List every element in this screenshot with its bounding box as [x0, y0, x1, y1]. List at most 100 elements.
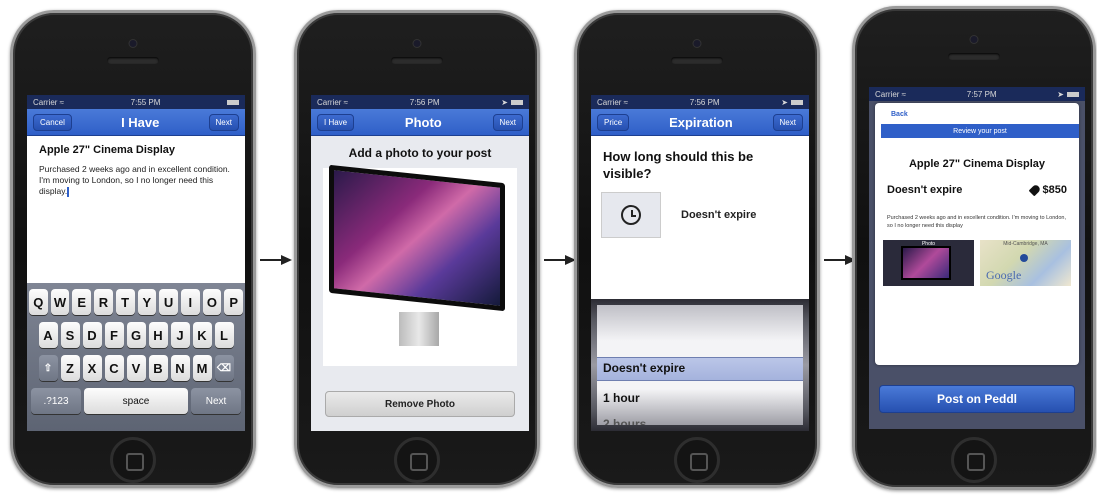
location-icon: ➤ [781, 97, 788, 107]
back-button[interactable]: Back [875, 103, 1079, 124]
cancel-button[interactable]: Cancel [33, 113, 72, 131]
key-b[interactable]: B [148, 355, 168, 381]
monitor-stand [399, 312, 439, 346]
photo-panel: Add a photo to your post Remove Photo [311, 136, 529, 431]
battery-icon [1066, 91, 1079, 97]
key-m[interactable]: M [192, 355, 212, 381]
picker-option[interactable]: 1 hour [603, 391, 640, 405]
monitor-thumbnail [901, 246, 951, 280]
screen-review: Carrier ≈ 7:57 PM ➤ Back Review your pos… [869, 87, 1085, 429]
key-y[interactable]: Y [137, 289, 157, 315]
keyboard: QWERTYUIOP ASDFGHJKL ⇧ ZXCVBNM ⌫ .?123 s… [27, 283, 245, 431]
picker-option[interactable]: Doesn't expire [603, 361, 685, 375]
backspace-icon[interactable]: ⌫ [214, 355, 234, 381]
status-bar: Carrier ≈ 7:56 PM ➤ [591, 95, 809, 109]
post-title-field[interactable]: Apple 27" Cinema Display [27, 136, 245, 160]
nav-bar: Cancel I Have Next [27, 109, 245, 136]
numbers-key[interactable]: .?123 [31, 388, 81, 414]
battery-icon [227, 99, 239, 105]
post-button[interactable]: Post on Peddl [879, 385, 1075, 413]
key-d[interactable]: D [82, 322, 102, 348]
review-banner: Review your post [881, 124, 1079, 138]
key-k[interactable]: K [192, 322, 212, 348]
key-a[interactable]: A [38, 322, 58, 348]
next-button[interactable]: Next [492, 113, 523, 131]
front-camera [969, 35, 979, 44]
expiration-picker[interactable]: Doesn't expire 1 hour 2 hours [591, 299, 809, 431]
screen-photo: Carrier ≈ 7:56 PM ➤ I Have Photo Next Ad… [311, 95, 529, 431]
text-cursor [67, 186, 70, 197]
right-arrow-icon [260, 255, 292, 265]
nav-title: Expiration [669, 114, 733, 130]
monitor-photo [329, 164, 505, 312]
key-z[interactable]: Z [60, 355, 80, 381]
key-j[interactable]: J [170, 322, 190, 348]
picker-option[interactable]: 2 hours [603, 417, 646, 425]
remove-photo-button[interactable]: Remove Photo [325, 391, 515, 417]
key-h[interactable]: H [148, 322, 168, 348]
key-n[interactable]: N [170, 355, 190, 381]
picker-wheel[interactable]: Doesn't expire 1 hour 2 hours [597, 305, 803, 425]
price-tag-icon [1028, 183, 1041, 197]
wifi-icon: Carrier ≈ [317, 97, 349, 107]
key-g[interactable]: G [126, 322, 146, 348]
back-button[interactable]: I Have [317, 113, 355, 131]
nav-title: Photo [404, 114, 442, 130]
phone-1: Carrier ≈ 7:55 PM Cancel I Have Next App… [10, 10, 256, 488]
back-button[interactable]: Price [597, 113, 630, 131]
clock-time: 7:56 PM [689, 97, 720, 107]
home-button[interactable] [674, 437, 720, 483]
key-t[interactable]: T [115, 289, 135, 315]
clock-box [601, 192, 661, 238]
keyboard-row-4: .?123 space Next [29, 388, 243, 414]
key-l[interactable]: L [214, 322, 234, 348]
space-key[interactable]: space [84, 388, 188, 414]
map-pin-icon [1020, 254, 1028, 262]
earpiece-speaker [391, 57, 443, 64]
key-r[interactable]: R [94, 289, 113, 315]
home-button[interactable] [951, 437, 997, 483]
key-p[interactable]: P [224, 289, 244, 315]
post-body-field[interactable]: Purchased 2 weeks ago and in excellent c… [27, 160, 245, 201]
home-button[interactable] [110, 437, 156, 483]
location-icon: ➤ [1057, 89, 1064, 99]
key-x[interactable]: X [82, 355, 102, 381]
expiration-selection[interactable]: Doesn't expire [591, 188, 809, 242]
photo-thumbnail[interactable]: Photo [883, 240, 974, 286]
map-brand: Google [986, 268, 1022, 282]
keyboard-row-3: ⇧ ZXCVBNM ⌫ [29, 355, 243, 381]
review-thumbnails: Photo Mid-Cambridge, MA Google [875, 240, 1079, 286]
key-o[interactable]: O [202, 289, 222, 315]
key-w[interactable]: W [50, 289, 70, 315]
shift-icon[interactable]: ⇧ [38, 355, 58, 381]
status-bar: Carrier ≈ 7:56 PM ➤ [311, 95, 529, 109]
clock-time: 7:56 PM [409, 97, 440, 107]
phone-4: Carrier ≈ 7:57 PM ➤ Back Review your pos… [852, 6, 1096, 490]
next-button[interactable]: Next [772, 113, 803, 131]
status-bar: Carrier ≈ 7:57 PM ➤ [869, 87, 1085, 101]
map-thumbnail[interactable]: Mid-Cambridge, MA Google [980, 240, 1071, 286]
next-button[interactable]: Next [208, 113, 239, 131]
key-q[interactable]: Q [28, 289, 48, 315]
earpiece-speaker [948, 53, 1000, 60]
nav-bar: Price Expiration Next [591, 109, 809, 136]
key-u[interactable]: U [159, 289, 178, 315]
review-price: $850 [1028, 180, 1067, 197]
photo-preview[interactable] [323, 164, 517, 366]
home-button[interactable] [394, 437, 440, 483]
right-arrow-icon [544, 255, 576, 265]
front-camera [412, 39, 422, 48]
nav-bar: I Have Photo Next [311, 109, 529, 136]
key-f[interactable]: F [104, 322, 124, 348]
keyboard-next-key[interactable]: Next [191, 388, 241, 414]
key-e[interactable]: E [72, 289, 92, 315]
key-i[interactable]: I [180, 289, 200, 315]
keyboard-row-2: ASDFGHJKL [29, 322, 243, 348]
key-c[interactable]: C [104, 355, 124, 381]
earpiece-speaker [107, 57, 159, 64]
phone-3: Carrier ≈ 7:56 PM ➤ Price Expiration Nex… [574, 10, 820, 488]
map-thumb-label: Mid-Cambridge, MA [1003, 241, 1048, 247]
key-v[interactable]: V [126, 355, 146, 381]
screen-compose: Carrier ≈ 7:55 PM Cancel I Have Next App… [27, 95, 245, 431]
key-s[interactable]: S [60, 322, 80, 348]
